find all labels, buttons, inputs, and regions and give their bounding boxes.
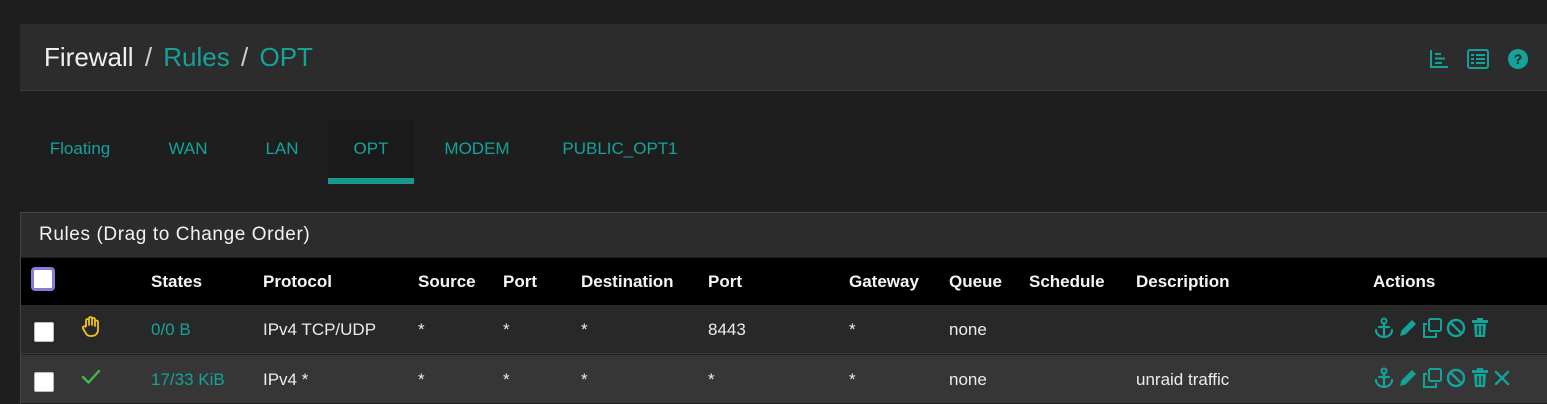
tab-public-opt1[interactable]: PUBLIC_OPT1 <box>540 120 700 184</box>
header-icon-group: ? <box>1429 48 1529 70</box>
tab-label: MODEM <box>444 139 510 158</box>
source-port-cell: * <box>503 320 510 339</box>
tab-label: PUBLIC_OPT1 <box>562 139 678 158</box>
breadcrumb-separator: / <box>241 42 249 72</box>
tab-label: WAN <box>168 139 208 158</box>
gateway-cell: * <box>849 370 856 389</box>
column-states[interactable]: States <box>151 272 202 292</box>
breadcrumb-opt-link[interactable]: OPT <box>259 42 312 72</box>
dest-port-cell: 8443 <box>708 320 746 339</box>
tab-opt[interactable]: OPT <box>328 120 414 184</box>
table-header: States Protocol Source Port Destination … <box>21 258 1547 305</box>
column-port[interactable]: Port <box>503 272 537 292</box>
column-actions: Actions <box>1373 272 1436 291</box>
source-port-cell: * <box>503 370 510 389</box>
table-icon[interactable] <box>1467 49 1489 69</box>
row-actions <box>1373 367 1511 389</box>
breadcrumb-firewall: Firewall <box>44 42 134 72</box>
check-pass-icon <box>81 368 101 391</box>
tab-label: OPT <box>353 139 389 158</box>
trash-icon[interactable] <box>1469 367 1491 389</box>
list-view-icon[interactable] <box>1429 49 1449 69</box>
close-icon[interactable] <box>1493 367 1511 389</box>
tab-floating[interactable]: Floating <box>20 120 140 184</box>
tab-modem[interactable]: MODEM <box>414 120 540 184</box>
trash-icon[interactable] <box>1469 317 1491 339</box>
page-header: Firewall / Rules / OPT ? <box>20 24 1547 91</box>
description-cell: unraid traffic <box>1136 370 1230 389</box>
source-cell: * <box>418 320 425 339</box>
dest-port-cell: * <box>708 370 715 389</box>
edit-pencil-icon[interactable] <box>1397 367 1419 389</box>
queue-cell: none <box>949 320 987 339</box>
states-count[interactable]: 17/33 KiB <box>151 370 225 390</box>
column-gateway[interactable]: Gateway <box>849 272 919 292</box>
protocol-cell: IPv4 TCP/UDP <box>263 320 377 339</box>
destination-cell: * <box>581 370 588 389</box>
anchor-icon[interactable] <box>1373 367 1395 389</box>
table-row[interactable]: 17/33 KiB IPv4 * * * * * * none unraid t… <box>21 355 1547 403</box>
anchor-icon[interactable] <box>1373 317 1395 339</box>
table-row[interactable]: 0/0 B IPv4 TCP/UDP * * * 8443 * none <box>21 305 1547 354</box>
source-cell: * <box>418 370 425 389</box>
active-tab-indicator <box>328 178 414 184</box>
svg-text:?: ? <box>1514 51 1523 67</box>
tab-lan[interactable]: LAN <box>236 120 328 184</box>
row-actions <box>1373 317 1491 339</box>
disable-icon[interactable] <box>1445 367 1467 389</box>
breadcrumb-rules-link[interactable]: Rules <box>163 42 229 72</box>
copy-icon[interactable] <box>1421 367 1443 389</box>
tab-wan[interactable]: WAN <box>140 120 236 184</box>
gateway-cell: * <box>849 320 856 339</box>
protocol-cell: IPv4 * <box>263 370 309 389</box>
column-queue[interactable]: Queue <box>949 272 1002 292</box>
hand-block-icon <box>81 316 101 343</box>
column-dest-port[interactable]: Port <box>708 272 742 292</box>
breadcrumb-separator: / <box>144 42 153 72</box>
column-description[interactable]: Description <box>1136 272 1230 292</box>
column-schedule[interactable]: Schedule <box>1029 272 1105 292</box>
column-protocol[interactable]: Protocol <box>263 272 332 292</box>
edit-pencil-icon[interactable] <box>1397 317 1419 339</box>
states-count[interactable]: 0/0 B <box>151 320 191 340</box>
select-all-checkbox[interactable] <box>31 267 55 291</box>
row-select-checkbox[interactable] <box>34 322 54 342</box>
row-select-checkbox[interactable] <box>34 372 54 392</box>
queue-cell: none <box>949 370 987 389</box>
disable-icon[interactable] <box>1445 317 1467 339</box>
column-source[interactable]: Source <box>418 272 476 292</box>
copy-icon[interactable] <box>1421 317 1443 339</box>
tab-label: LAN <box>265 139 299 158</box>
rules-panel: Rules (Drag to Change Order) States Prot… <box>20 212 1547 404</box>
panel-title: Rules (Drag to Change Order) <box>21 213 1547 257</box>
tab-label: Floating <box>49 139 111 158</box>
help-icon[interactable]: ? <box>1507 48 1529 70</box>
breadcrumb: Firewall / Rules / OPT <box>44 42 313 73</box>
destination-cell: * <box>581 320 588 339</box>
column-destination[interactable]: Destination <box>581 272 674 292</box>
